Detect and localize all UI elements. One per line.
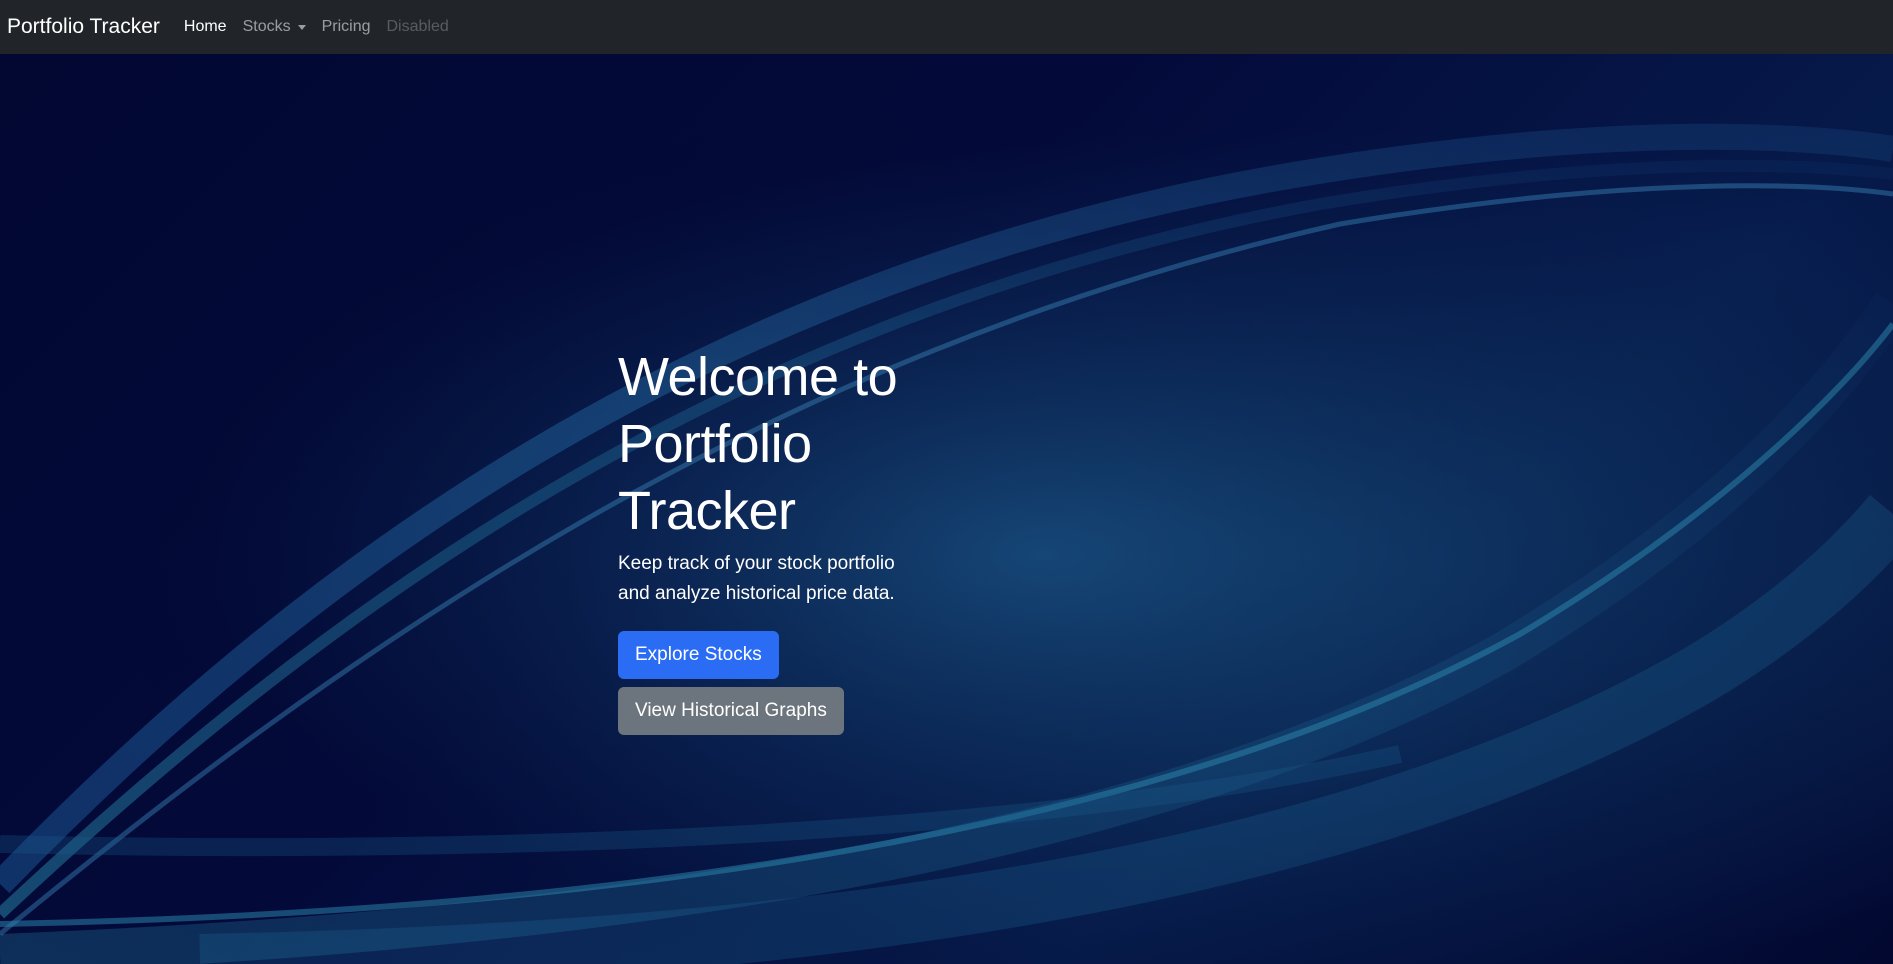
nav-link-home[interactable]: Home: [184, 18, 227, 36]
chevron-down-icon: [297, 25, 306, 30]
hero-subtitle: Keep track of your stock portfolio and a…: [618, 549, 948, 609]
nav-link-pricing[interactable]: Pricing: [322, 18, 371, 36]
view-historical-graphs-button[interactable]: View Historical Graphs: [618, 687, 844, 735]
nav-link-disabled: Disabled: [386, 18, 449, 35]
explore-stocks-button[interactable]: Explore Stocks: [618, 631, 779, 679]
top-navbar: Portfolio Tracker Home Stocks Pricing Di…: [0, 0, 1893, 54]
hero-title-line: Portfolio: [618, 414, 812, 474]
nav-link-stocks-dropdown[interactable]: Stocks: [243, 18, 306, 36]
hero-title-line: Welcome to: [618, 347, 898, 407]
navbar-brand[interactable]: Portfolio Tracker: [7, 15, 160, 39]
hero-content: Welcome to Portfolio Tracker Keep track …: [618, 344, 948, 735]
hero-section: Welcome to Portfolio Tracker Keep track …: [0, 54, 1893, 964]
hero-title: Welcome to Portfolio Tracker: [618, 344, 948, 545]
nav-link-stocks-label: Stocks: [242, 18, 291, 35]
hero-subtitle-line: Keep track of your stock portfolio: [618, 553, 895, 574]
hero-title-line: Tracker: [618, 481, 796, 541]
hero-subtitle-line: and analyze historical price data.: [618, 583, 895, 604]
